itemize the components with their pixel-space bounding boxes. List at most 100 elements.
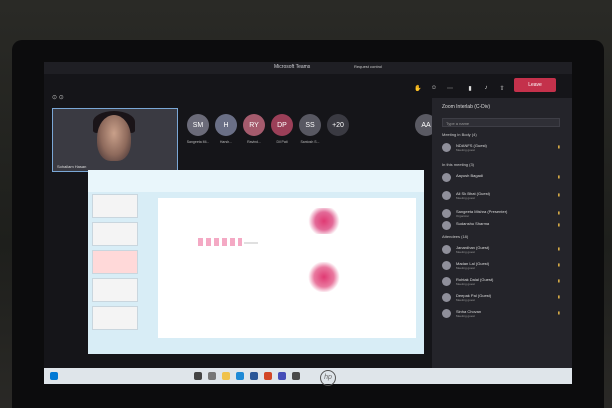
- participant-avatar-tile[interactable]: SS Santosh S...: [296, 114, 324, 144]
- participant-role: Meeting guest: [456, 148, 475, 152]
- participants-panel: Zoom Interlab (C-Div) Type a name Meetin…: [432, 98, 572, 368]
- participant-row[interactable]: Sinha Chovan Meeting guest ▮: [442, 308, 564, 320]
- request-control-link[interactable]: Request control: [354, 64, 382, 69]
- slide-figure: [308, 262, 340, 292]
- section-header[interactable]: In this meeting (3): [442, 162, 474, 167]
- word-icon[interactable]: [250, 372, 258, 380]
- avatar: [442, 309, 451, 318]
- slide-thumbnail[interactable]: [92, 250, 138, 274]
- slide-text-graphic: [198, 238, 242, 246]
- avatar: [442, 261, 451, 270]
- mic-icon: ▮: [557, 144, 560, 149]
- participant-row[interactable]: Aayush Bagadi ▮: [442, 172, 564, 184]
- reactions-icon[interactable]: ☺: [428, 82, 440, 94]
- laptop-screen: Microsoft Teams Request control ✋ ☺ ⋯ ▮ …: [44, 62, 572, 384]
- mic-icon: ▮: [557, 192, 560, 197]
- participant-avatar-tile[interactable]: SM Sangeeta Mi...: [184, 114, 212, 144]
- chrome-icon[interactable]: [292, 372, 300, 380]
- participant-role: Meeting guest: [456, 298, 475, 302]
- participant-row[interactable]: NDANFS (Guest) Meeting guest ▮: [442, 142, 564, 154]
- slide-figure: [306, 208, 342, 234]
- participant-row[interactable]: Janardhan (Guest) Meeting guest ▮: [442, 244, 564, 256]
- avatar: [442, 277, 451, 286]
- search-icon[interactable]: [194, 372, 202, 380]
- participant-role: Meeting guest: [456, 196, 475, 200]
- avatar: [442, 221, 451, 230]
- self-name: Sohailam Hasan: [57, 164, 87, 169]
- mic-icon: ▮: [557, 174, 560, 179]
- more-icon[interactable]: ⋯: [444, 82, 456, 94]
- avatar: +20: [327, 114, 349, 136]
- start-icon[interactable]: [50, 372, 58, 380]
- participant-avatar-tile[interactable]: H Harsh...: [212, 114, 240, 144]
- participant-role: Meeting guest: [456, 282, 475, 286]
- powerpoint-icon[interactable]: [264, 372, 272, 380]
- window-menu-icon[interactable]: ⊙ ⊙: [52, 94, 64, 101]
- avatar: SS: [299, 114, 321, 136]
- participant-role: Meeting guest: [456, 266, 475, 270]
- participant-avatar-tile[interactable]: +20: [324, 114, 352, 140]
- hp-logo-icon: hp: [320, 370, 336, 386]
- participant-name: Aayush Bagadi: [456, 173, 483, 178]
- slide-thumbnail[interactable]: [92, 222, 138, 246]
- avatar: [442, 191, 451, 200]
- teams-icon[interactable]: [278, 372, 286, 380]
- avatar-name: Dil Pati: [276, 140, 288, 144]
- participant-role: Organizer: [456, 214, 470, 218]
- avatar: H: [215, 114, 237, 136]
- participant-role: Meeting guest: [456, 250, 475, 254]
- avatar: [442, 173, 451, 182]
- mic-icon: ▮: [557, 246, 560, 251]
- panel-title: Zoom Interlab (C-Div): [442, 104, 491, 110]
- mic-icon: ▮: [557, 262, 560, 267]
- avatar: DP: [271, 114, 293, 136]
- avatar: [442, 293, 451, 302]
- participant-avatar-tile[interactable]: RY Ravind...: [240, 114, 268, 144]
- avatar: RY: [243, 114, 265, 136]
- mic-icon: ▮: [557, 310, 560, 315]
- avatar-name: Santosh S...: [300, 140, 320, 144]
- shared-screen: [88, 170, 424, 354]
- hand-icon[interactable]: ✋: [412, 82, 424, 94]
- windows-taskbar: [44, 368, 572, 384]
- leave-button[interactable]: Leave: [514, 78, 556, 92]
- section-header[interactable]: Meeting in Body (4): [442, 132, 477, 137]
- camera-icon[interactable]: ▮: [464, 82, 476, 94]
- avatar: [442, 143, 451, 152]
- avatar: [442, 209, 451, 218]
- slide-thumbnails: [92, 194, 138, 348]
- app-title: Microsoft Teams: [274, 64, 311, 70]
- participant-name: Sudanshu Sharma: [456, 221, 490, 226]
- section-header[interactable]: Attendees (18): [442, 234, 468, 239]
- edge-icon[interactable]: [236, 372, 244, 380]
- mic-icon: ▮: [557, 210, 560, 215]
- avatar-name: Harsh...: [219, 140, 233, 144]
- participant-row[interactable]: Deepak Pal (Guest) Meeting guest ▮: [442, 292, 564, 304]
- title-bar: Microsoft Teams Request control: [44, 62, 572, 74]
- share-icon[interactable]: ⇧: [496, 82, 508, 94]
- avatar: [442, 245, 451, 254]
- participant-search-input[interactable]: Type a name: [442, 118, 560, 127]
- avatar-name: Ravind...: [247, 140, 261, 144]
- slide-divider: [244, 242, 258, 244]
- taskview-icon[interactable]: [208, 372, 216, 380]
- current-slide: [158, 198, 416, 338]
- slide-thumbnail[interactable]: [92, 194, 138, 218]
- participant-row[interactable]: Rohtak Dalal (Guest) Meeting guest ▮: [442, 276, 564, 288]
- folder-icon[interactable]: [222, 372, 230, 380]
- mic-icon: ▮: [557, 278, 560, 283]
- participant-avatar-tile[interactable]: DP Dil Pati: [268, 114, 296, 144]
- participant-row[interactable]: Ali Sk Bhat (Guest) Meeting guest ▮: [442, 190, 564, 202]
- presentation-ribbon: [88, 170, 424, 192]
- slide-thumbnail[interactable]: [92, 306, 138, 330]
- avatar: SM: [187, 114, 209, 136]
- mic-icon: ▮: [557, 222, 560, 227]
- self-video-tile[interactable]: Sohailam Hasan: [52, 108, 178, 172]
- avatar-name: Sangeeta Mi...: [186, 140, 210, 144]
- participant-row[interactable]: Sudanshu Sharma ▮: [442, 220, 564, 232]
- slide-thumbnail[interactable]: [92, 278, 138, 302]
- participant-role: Meeting guest: [456, 314, 475, 318]
- participant-row[interactable]: Madan Lal (Guest) Meeting guest ▮: [442, 260, 564, 272]
- mic-icon[interactable]: ♪: [480, 82, 492, 94]
- participant-row[interactable]: Sangeeta Mishra (Presenter) Organizer ▮: [442, 208, 564, 220]
